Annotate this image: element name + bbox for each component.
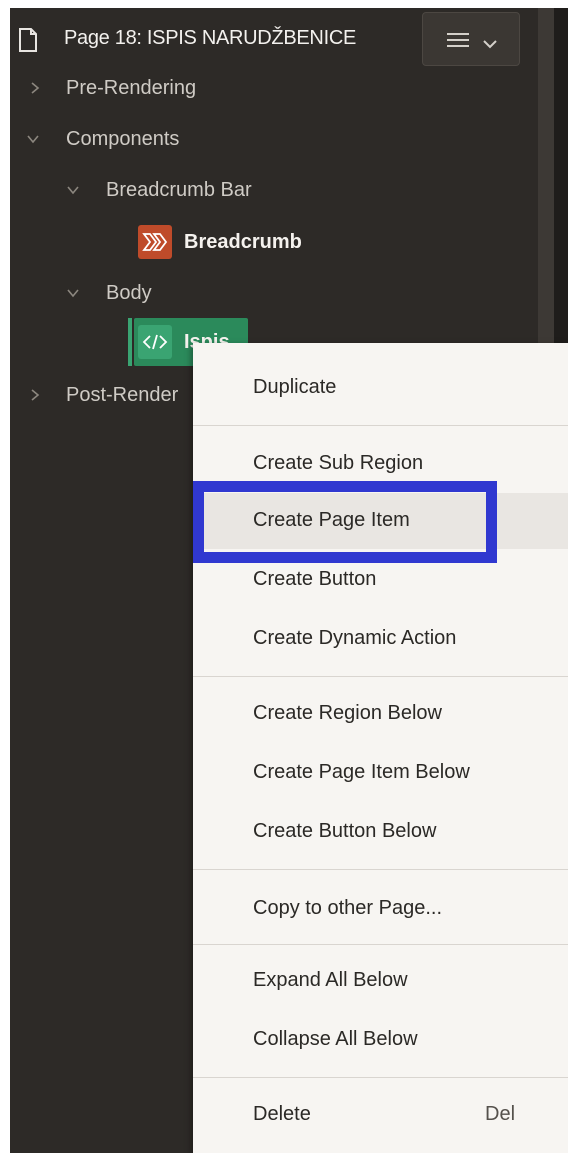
menu-item-create-region-below[interactable]: Create Region Below xyxy=(193,686,568,742)
menu-item-expand-all-below[interactable]: Expand All Below xyxy=(193,953,568,1009)
menu-item-label: Create Region Below xyxy=(253,702,442,724)
menu-separator xyxy=(193,676,568,677)
tree-node-label: Components xyxy=(66,127,180,150)
page-designer-tree-pane: Page 18: ISPIS NARUDŽBENICE Pre-Renderin… xyxy=(0,0,568,1153)
menu-item-label: Create Page Item Below xyxy=(253,761,470,783)
menu-item-label: Create Button Below xyxy=(253,820,437,842)
menu-item-delete[interactable]: Delete Del xyxy=(193,1087,568,1143)
chevron-down-icon xyxy=(483,36,497,54)
highlight-annotation-box xyxy=(193,481,497,563)
menu-separator xyxy=(193,869,568,870)
menu-item-label: Create Button xyxy=(253,568,377,590)
tree-node-label: Post-Render xyxy=(66,383,179,406)
menu-item-label: Delete xyxy=(253,1103,311,1125)
tree-node-body[interactable]: Body xyxy=(106,273,152,313)
menu-item-label: Copy to other Page... xyxy=(253,897,443,919)
chevron-down-icon[interactable] xyxy=(66,183,80,197)
menu-item-collapse-all-below[interactable]: Collapse All Below xyxy=(193,1012,568,1068)
left-edge xyxy=(0,0,10,1153)
page-header: Page 18: ISPIS NARUDŽBENICE xyxy=(10,10,538,66)
context-menu: Duplicate Create Sub Region Create Page … xyxy=(193,343,568,1153)
page-title: Page 18: ISPIS NARUDŽBENICE xyxy=(64,27,357,49)
menu-item-create-page-item-below[interactable]: Create Page Item Below xyxy=(193,745,568,801)
chevron-right-icon[interactable] xyxy=(28,81,42,95)
tree-node-post-rendering[interactable]: Post-Render xyxy=(66,375,178,415)
chevron-down-icon[interactable] xyxy=(66,286,80,300)
tree-node-label: Breadcrumb xyxy=(184,230,302,253)
tree-node-breadcrumb[interactable]: Breadcrumb xyxy=(138,222,302,262)
menu-item-label: Collapse All Below xyxy=(253,1028,418,1050)
menu-separator xyxy=(193,425,568,426)
hamburger-icon xyxy=(447,31,471,54)
tree-node-label: Body xyxy=(106,281,152,304)
top-edge xyxy=(0,0,568,8)
tree-node-pre-rendering[interactable]: Pre-Rendering xyxy=(66,68,196,108)
menu-item-shortcut: Del xyxy=(485,1103,516,1125)
menu-separator xyxy=(193,944,568,945)
tree-node-breadcrumb-bar[interactable]: Breadcrumb Bar xyxy=(106,170,252,210)
selection-indicator xyxy=(128,318,132,366)
menu-item-create-button-below[interactable]: Create Button Below xyxy=(193,804,568,860)
menu-item-label: Create Dynamic Action xyxy=(253,627,457,649)
code-region-icon xyxy=(138,325,172,359)
chevron-down-icon[interactable] xyxy=(26,132,40,146)
breadcrumb-region-icon xyxy=(138,225,172,259)
chevron-right-icon[interactable] xyxy=(28,388,42,402)
menu-item-label: Expand All Below xyxy=(253,969,408,991)
page-icon xyxy=(18,28,38,52)
tree-menu-button[interactable] xyxy=(422,12,520,66)
menu-separator xyxy=(193,1077,568,1078)
tree-node-label: Breadcrumb Bar xyxy=(106,178,252,201)
menu-item-label: Duplicate xyxy=(253,376,337,398)
menu-item-create-dynamic-action[interactable]: Create Dynamic Action xyxy=(193,611,568,667)
tree-node-components[interactable]: Components xyxy=(66,119,179,159)
menu-item-copy-to-other-page[interactable]: Copy to other Page... xyxy=(193,881,568,937)
tree-node-label: Pre-Rendering xyxy=(66,76,197,99)
menu-item-label: Create Sub Region xyxy=(253,452,424,474)
menu-item-duplicate[interactable]: Duplicate xyxy=(193,360,568,416)
